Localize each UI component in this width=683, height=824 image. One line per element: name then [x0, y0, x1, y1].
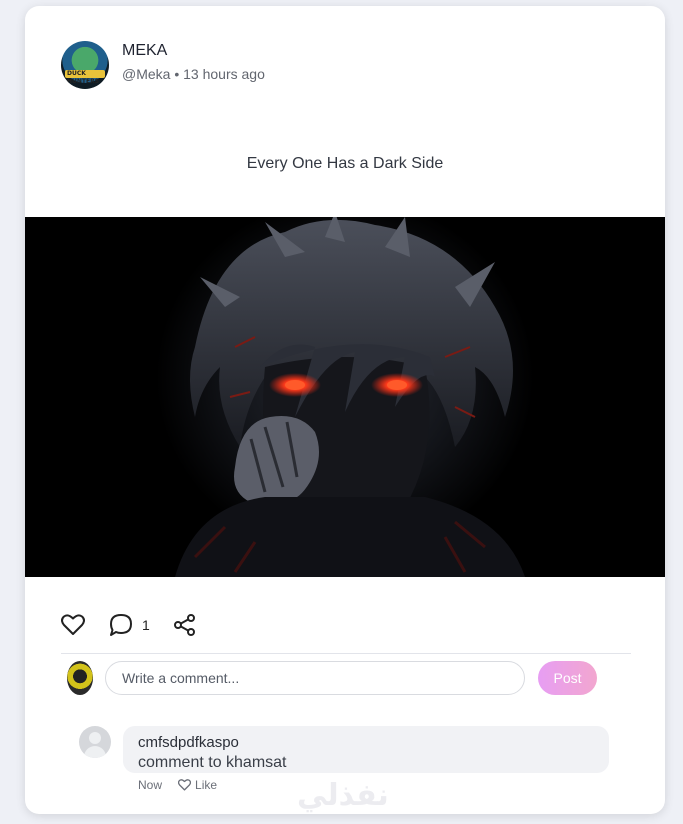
post-actions: 1 [61, 613, 196, 637]
meta-separator: • [174, 66, 180, 82]
comment-count: 1 [142, 617, 150, 633]
post-card: DUCK HUNTERS MEKA @Meka • 13 hours ago E… [25, 6, 665, 814]
post-comment-button[interactable]: Post [538, 661, 597, 695]
heart-outline-icon [178, 779, 192, 791]
author-handle: @Meka [122, 66, 171, 82]
comment-bubble: cmfsdpdfkaspo comment to khamsat [123, 726, 609, 773]
current-user-avatar [67, 661, 93, 695]
share-button[interactable] [173, 614, 196, 636]
share-icon [173, 614, 195, 636]
comment-bubble-icon [110, 614, 132, 636]
post-header: DUCK HUNTERS MEKA @Meka • 13 hours ago [61, 41, 265, 89]
author-avatar[interactable]: DUCK HUNTERS [61, 41, 109, 89]
post-time: 13 hours ago [183, 66, 265, 82]
dark-portrait-illustration [25, 197, 665, 597]
author-info: MEKA @Meka • 13 hours ago [122, 42, 265, 82]
commenter-avatar[interactable] [79, 726, 111, 758]
like-button[interactable] [61, 614, 85, 636]
avatar-badge-text: DUCK HUNTERS [67, 70, 100, 85]
heart-icon [61, 614, 85, 635]
post-image[interactable] [25, 197, 665, 597]
watermark-logo: نفذلي [297, 778, 389, 813]
comment-time: Now [138, 778, 163, 792]
comment-like-label: Like [195, 778, 218, 792]
avatar-head [89, 732, 101, 744]
post-text: Every One Has a Dark Side [246, 155, 444, 172]
comment-text: comment to khamsat [138, 754, 287, 771]
comment-button[interactable]: 1 [109, 613, 150, 637]
comment-like-button[interactable]: Like [178, 778, 217, 792]
author-name[interactable]: MEKA [122, 42, 265, 60]
comment-author[interactable]: cmfsdpdfkaspo [138, 734, 594, 751]
avatar-body [84, 746, 106, 758]
comment-composer: Post [67, 661, 597, 695]
post-meta: @Meka • 13 hours ago [122, 66, 265, 82]
comment-input[interactable] [105, 661, 525, 695]
actions-divider [61, 653, 631, 654]
